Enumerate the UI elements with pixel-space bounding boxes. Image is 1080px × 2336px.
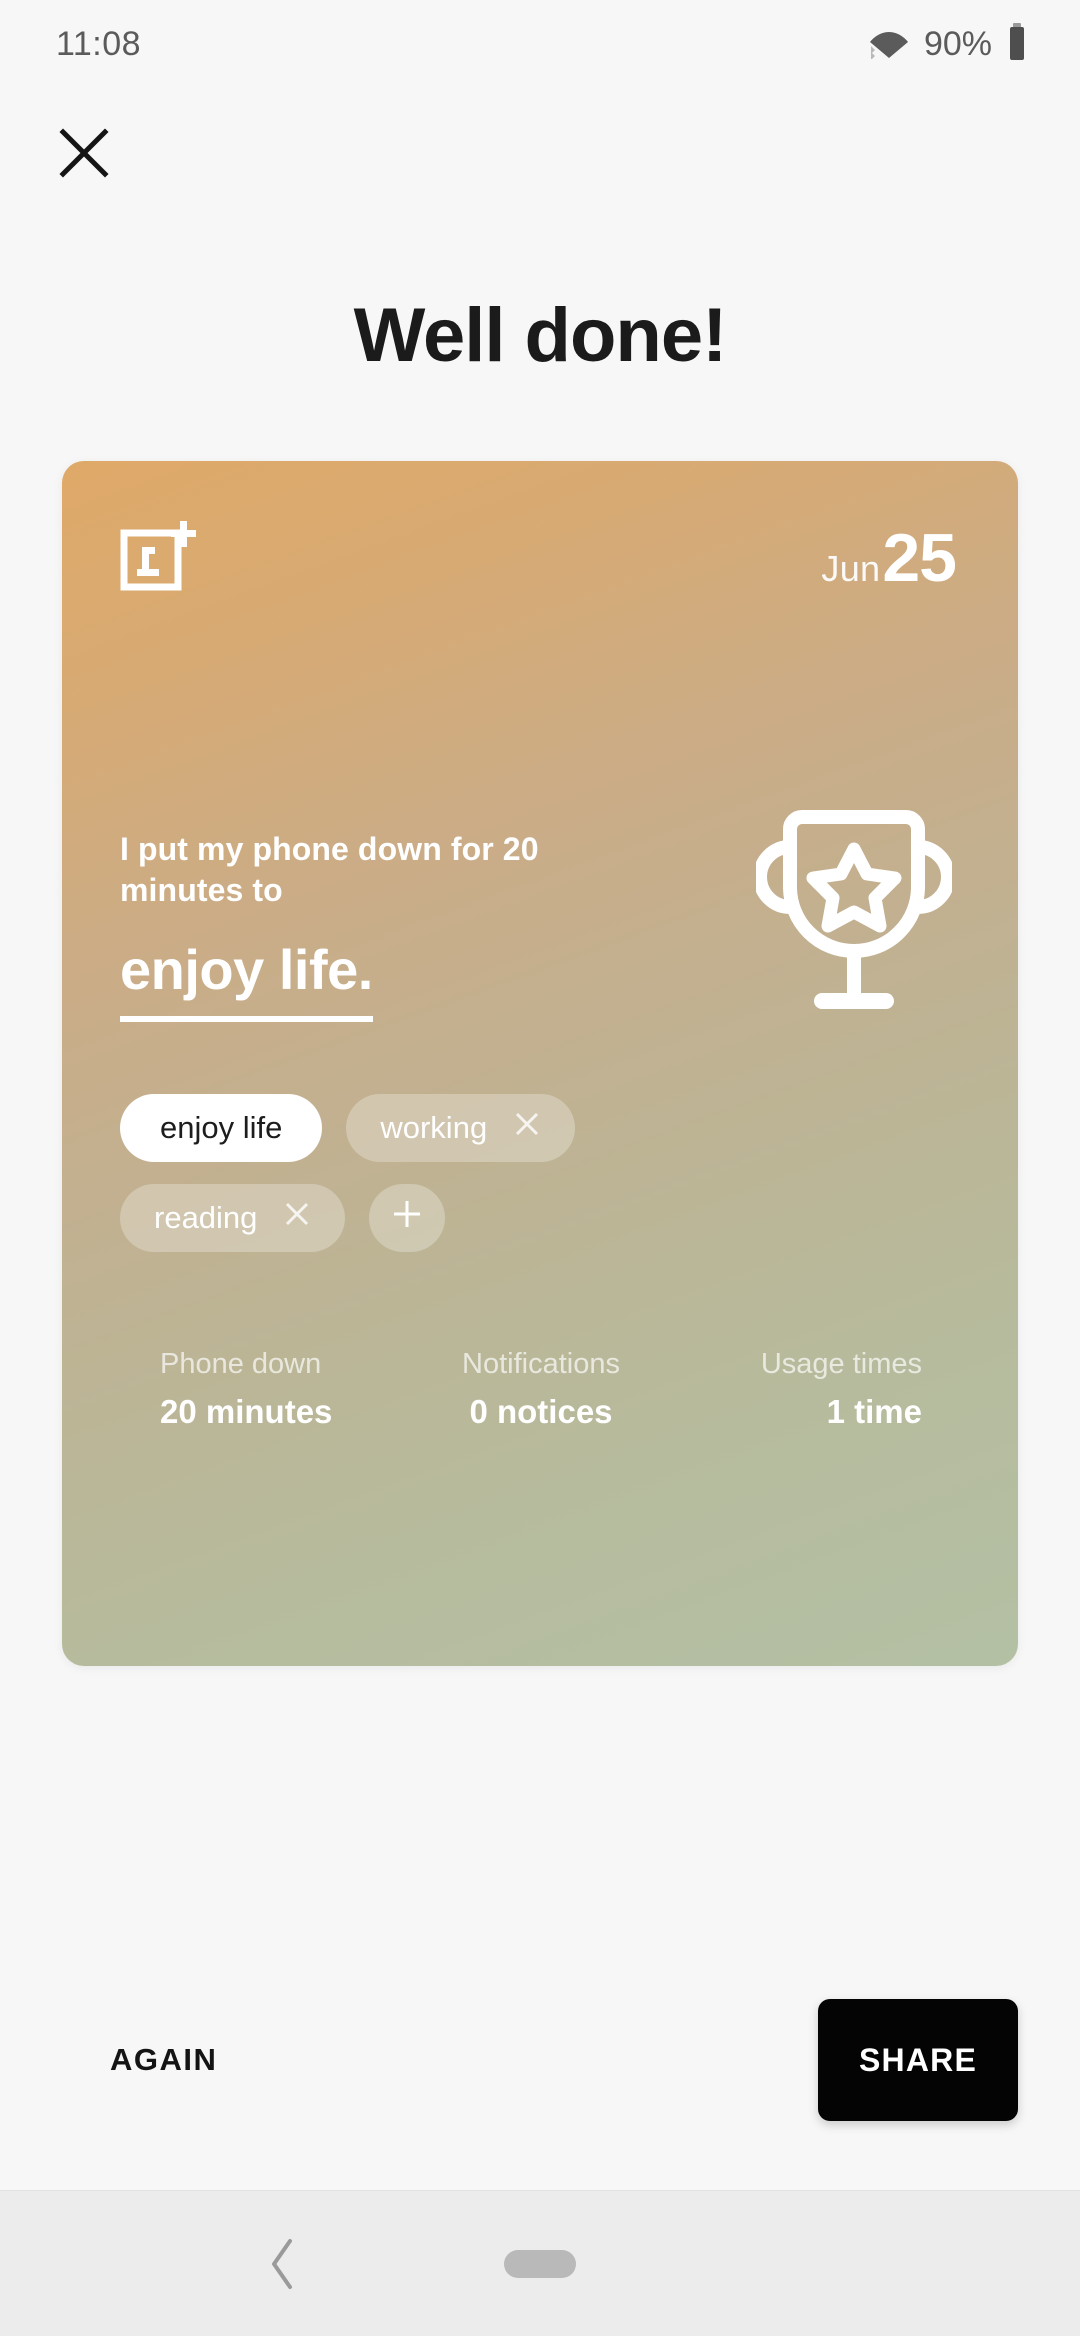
stat-notifications: Notifications 0 notices: [414, 1348, 668, 1431]
tag-list: enjoy life working reading: [62, 1022, 782, 1252]
wifi-icon: [868, 25, 910, 64]
chevron-left-icon: [272, 2238, 292, 2289]
tag-label: enjoy life: [160, 1110, 283, 1145]
close-button[interactable]: [48, 117, 120, 189]
stat-label: Notifications: [462, 1348, 620, 1380]
remove-tag-icon[interactable]: [283, 1200, 311, 1236]
page-title: Well done!: [353, 293, 728, 378]
status-time: 11:08: [56, 24, 142, 63]
trophy-icon: [753, 807, 955, 1022]
stat-usage-times: Usage times 1 time: [668, 1348, 962, 1431]
card-header: Jun 25: [62, 461, 1018, 597]
nav-home-button[interactable]: [504, 2249, 576, 2278]
tag-chip-selected[interactable]: enjoy life: [120, 1094, 323, 1162]
nav-back-button[interactable]: [246, 2227, 320, 2301]
again-button[interactable]: AGAIN: [110, 2042, 217, 2078]
remove-tag-icon[interactable]: [513, 1110, 541, 1146]
stat-value: 0 notices: [469, 1393, 613, 1430]
top-bar: [0, 88, 1080, 218]
achievement-sentence: I put my phone down for 20 minutes to en…: [120, 829, 640, 1022]
status-indicators: 90%: [868, 22, 1028, 66]
card-date: Jun 25: [821, 519, 957, 597]
sentence-highlight: enjoy life.: [120, 937, 373, 1022]
battery-icon: [1006, 22, 1028, 66]
stats-row: Phone down 20 minutes Notifications 0 no…: [118, 1252, 962, 1431]
summary-card: Jun 25 I put my phone down for 20 minute…: [62, 461, 1018, 1666]
sentence-lead: I put my phone down for 20 minutes to: [120, 831, 539, 908]
battery-percent-label: 90%: [923, 24, 992, 63]
tag-label: working: [380, 1110, 488, 1145]
plus-icon: [390, 1197, 424, 1239]
tag-chip[interactable]: working: [346, 1094, 576, 1162]
close-icon: [59, 128, 109, 178]
add-tag-button[interactable]: [369, 1184, 446, 1252]
stat-label: Usage times: [760, 1348, 922, 1380]
app-screen: 11:08 90% Well done! Jun 25 I put my pho…: [0, 0, 1080, 2336]
tag-label: reading: [154, 1200, 258, 1235]
summary-card-wrapper: Jun 25 I put my phone down for 20 minute…: [0, 461, 1080, 1666]
system-nav-bar: [0, 2190, 1080, 2336]
card-body: I put my phone down for 20 minutes to en…: [62, 597, 1018, 1022]
stat-value: 20 minutes: [160, 1393, 333, 1430]
status-bar: 11:08 90%: [0, 0, 1080, 88]
stat-value: 1 time: [826, 1393, 922, 1430]
date-month: Jun: [821, 548, 881, 589]
stat-phone-down: Phone down 20 minutes: [118, 1348, 414, 1431]
footer-actions: AGAIN SHARE: [0, 1930, 1080, 2190]
stat-label: Phone down: [160, 1348, 322, 1380]
share-button[interactable]: SHARE: [818, 1999, 1018, 2121]
date-day: 25: [882, 520, 957, 596]
oneplus-logo: [120, 519, 197, 596]
tag-chip[interactable]: reading: [120, 1184, 346, 1252]
